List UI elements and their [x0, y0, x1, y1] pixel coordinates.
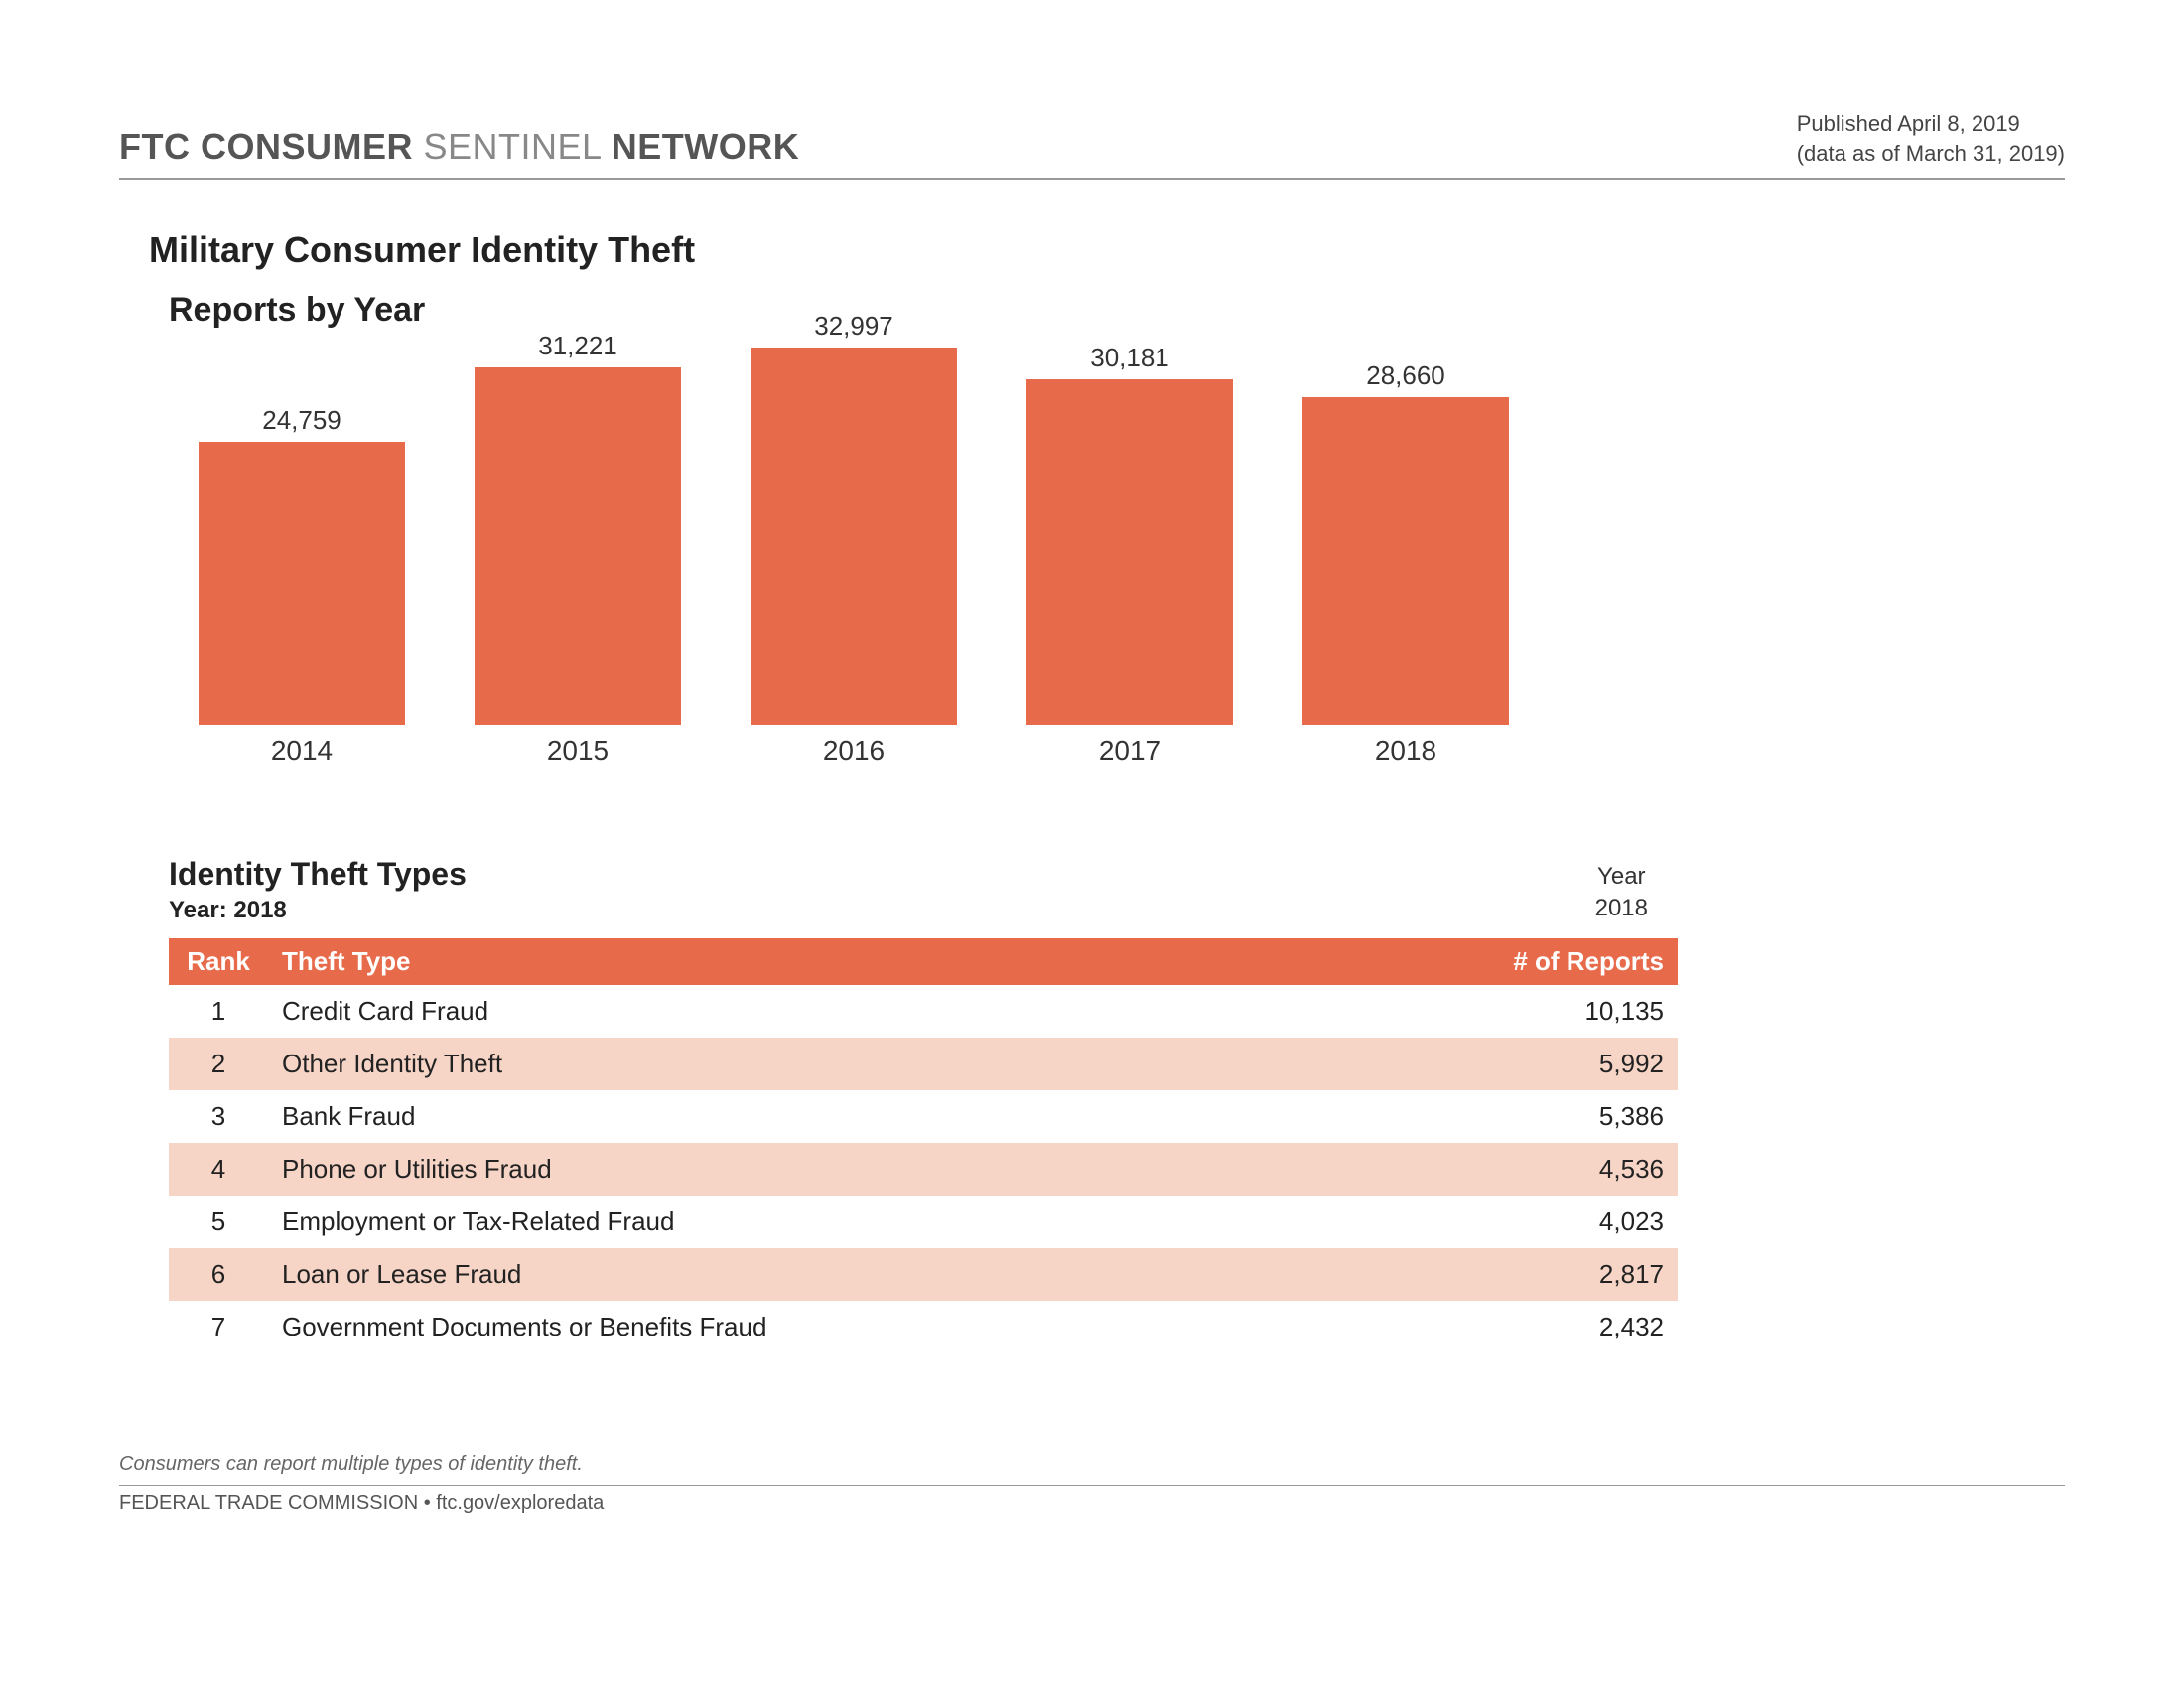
- publish-info: Published April 8, 2019 (data as of Marc…: [1797, 109, 2065, 168]
- footnote: Consumers can report multiple types of i…: [119, 1453, 2065, 1476]
- cell-type: Credit Card Fraud: [268, 985, 1439, 1038]
- identity-theft-table-block: Identity Theft Types Year: 2018 Year 201…: [169, 856, 2065, 1353]
- cell-type: Employment or Tax-Related Fraud: [268, 1196, 1439, 1248]
- table-row: 3Bank Fraud5,386: [169, 1090, 1678, 1143]
- cell-rank: 2: [169, 1038, 268, 1090]
- bar: [1026, 379, 1233, 725]
- bar-col-2017: 30,181 2017: [1026, 343, 1233, 767]
- bar-category-label: 2015: [547, 735, 609, 767]
- table-year-value: 2018: [1595, 893, 1648, 924]
- brand-part-3: NETWORK: [612, 126, 799, 167]
- cell-reports: 10,135: [1439, 985, 1678, 1038]
- chart-title: Reports by Year: [169, 291, 2065, 330]
- col-type: Theft Type: [268, 938, 1439, 985]
- page-title: Military Consumer Identity Theft: [149, 229, 2065, 271]
- table-row: 1Credit Card Fraud10,135: [169, 985, 1678, 1038]
- table-head-row: Rank Theft Type # of Reports: [169, 938, 1678, 985]
- table-row: 6Loan or Lease Fraud2,817: [169, 1248, 1678, 1301]
- table-title: Identity Theft Types: [169, 856, 467, 893]
- cell-rank: 1: [169, 985, 268, 1038]
- bar-col-2016: 32,997 2016: [751, 311, 957, 767]
- bar-value-label: 28,660: [1366, 360, 1445, 391]
- cell-type: Loan or Lease Fraud: [268, 1248, 1439, 1301]
- bar: [475, 367, 681, 725]
- table-row: 4Phone or Utilities Fraud4,536: [169, 1143, 1678, 1196]
- bar: [199, 442, 405, 725]
- table-subtitle: Year: 2018: [169, 897, 467, 924]
- bar-col-2018: 28,660 2018: [1302, 360, 1509, 767]
- bar-category-label: 2014: [271, 735, 333, 767]
- published-date: Published April 8, 2019: [1797, 109, 2065, 139]
- cell-rank: 6: [169, 1248, 268, 1301]
- col-rank: Rank: [169, 938, 268, 985]
- identity-theft-table: Rank Theft Type # of Reports 1Credit Car…: [169, 938, 1678, 1353]
- bar-col-2015: 31,221 2015: [475, 331, 681, 767]
- bar-category-label: 2017: [1099, 735, 1160, 767]
- brand-part-1: FTC CONSUMER: [119, 126, 424, 167]
- table-year-heading: Year 2018: [1595, 861, 1648, 925]
- page-header: FTC CONSUMER SENTINEL NETWORK Published …: [119, 109, 2065, 180]
- bar: [751, 348, 957, 725]
- table-row: 7Government Documents or Benefits Fraud2…: [169, 1301, 1678, 1353]
- cell-reports: 4,536: [1439, 1143, 1678, 1196]
- brand-part-2: SENTINEL: [424, 126, 612, 167]
- cell-type: Other Identity Theft: [268, 1038, 1439, 1090]
- cell-rank: 3: [169, 1090, 268, 1143]
- bar-value-label: 31,221: [538, 331, 617, 361]
- bar-value-label: 30,181: [1090, 343, 1169, 373]
- bar: [1302, 397, 1509, 725]
- cell-reports: 4,023: [1439, 1196, 1678, 1248]
- data-asof: (data as of March 31, 2019): [1797, 139, 2065, 169]
- cell-rank: 7: [169, 1301, 268, 1353]
- reports-by-year-chart: 24,759201431,221201532,997201630,1812017…: [199, 350, 1588, 767]
- page-footer: FEDERAL TRADE COMMISSION • ftc.gov/explo…: [119, 1485, 2065, 1515]
- bar-category-label: 2016: [823, 735, 885, 767]
- bar-value-label: 32,997: [814, 311, 893, 342]
- table-year-label: Year: [1595, 861, 1648, 893]
- brand-title: FTC CONSUMER SENTINEL NETWORK: [119, 126, 799, 168]
- bar-col-2014: 24,759 2014: [199, 405, 405, 767]
- cell-reports: 2,432: [1439, 1301, 1678, 1353]
- bar-value-label: 24,759: [262, 405, 341, 436]
- bar-category-label: 2018: [1375, 735, 1436, 767]
- cell-rank: 4: [169, 1143, 268, 1196]
- cell-rank: 5: [169, 1196, 268, 1248]
- cell-type: Government Documents or Benefits Fraud: [268, 1301, 1439, 1353]
- cell-reports: 2,817: [1439, 1248, 1678, 1301]
- cell-reports: 5,386: [1439, 1090, 1678, 1143]
- col-reports: # of Reports: [1439, 938, 1678, 985]
- table-row: 5Employment or Tax-Related Fraud4,023: [169, 1196, 1678, 1248]
- cell-reports: 5,992: [1439, 1038, 1678, 1090]
- cell-type: Bank Fraud: [268, 1090, 1439, 1143]
- table-row: 2Other Identity Theft5,992: [169, 1038, 1678, 1090]
- cell-type: Phone or Utilities Fraud: [268, 1143, 1439, 1196]
